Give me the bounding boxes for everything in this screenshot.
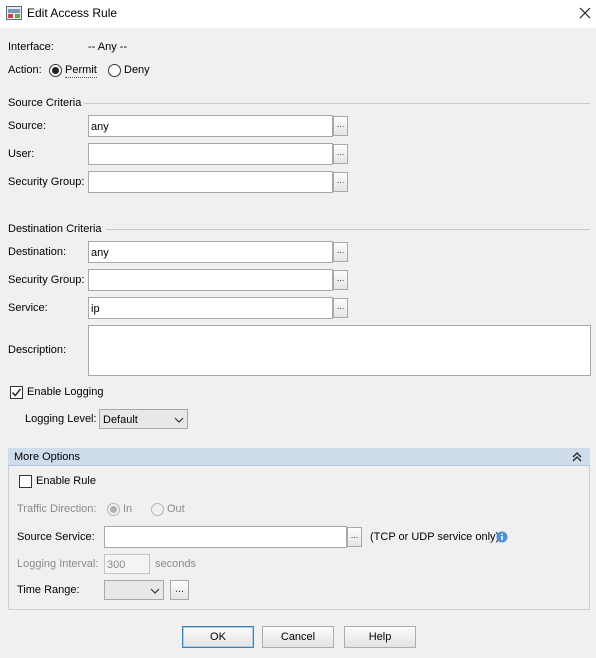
destination-input[interactable]: any <box>88 241 333 263</box>
destination-label: Destination: <box>8 246 67 258</box>
logging-level-label: Logging Level: <box>25 413 97 425</box>
user-input[interactable] <box>88 143 333 165</box>
source-security-group-browse-button[interactable]: ... <box>333 172 348 192</box>
destination-security-group-label: Security Group: <box>8 274 85 286</box>
deny-radio[interactable] <box>108 64 121 77</box>
destination-security-group-input[interactable] <box>88 269 333 291</box>
enable-rule-checkbox[interactable] <box>19 475 32 488</box>
service-browse-button[interactable]: ... <box>333 298 348 318</box>
source-service-input[interactable] <box>104 526 347 548</box>
source-value: any <box>91 121 109 133</box>
source-service-label: Source Service: <box>17 531 95 543</box>
section-divider <box>106 229 590 230</box>
destination-browse-button[interactable]: ... <box>333 242 348 262</box>
logging-interval-input[interactable]: 300 <box>104 554 150 574</box>
action-label: Action: <box>8 64 42 76</box>
interface-value: -- Any -- <box>88 41 128 53</box>
service-input[interactable]: ip <box>88 297 333 319</box>
cancel-button[interactable]: Cancel <box>262 626 334 648</box>
more-options-title: More Options <box>14 451 81 463</box>
chevron-down-icon <box>174 417 184 423</box>
enable-rule-label[interactable]: Enable Rule <box>36 474 96 488</box>
asdm-app-icon <box>6 6 22 20</box>
user-browse-button[interactable]: ... <box>333 144 348 164</box>
service-value: ip <box>91 303 100 315</box>
double-chevron-up-icon[interactable] <box>571 451 583 463</box>
source-security-group-input[interactable] <box>88 171 333 193</box>
description-label: Description: <box>8 344 67 356</box>
direction-in-label[interactable]: In <box>123 502 132 516</box>
destination-security-group-browse-button[interactable]: ... <box>333 270 348 290</box>
service-label: Service: <box>8 302 48 314</box>
logging-level-value: Default <box>103 414 138 426</box>
ok-button[interactable]: OK <box>182 626 254 648</box>
source-criteria-title: Source Criteria <box>8 97 82 109</box>
direction-in-radio[interactable] <box>107 503 120 516</box>
description-textarea[interactable] <box>88 325 591 376</box>
help-button[interactable]: Help <box>344 626 416 648</box>
source-service-browse-button[interactable]: ... <box>347 527 362 547</box>
logging-interval-value: 300 <box>107 559 126 571</box>
destination-criteria-title: Destination Criteria <box>8 223 102 235</box>
logging-level-select[interactable]: Default <box>99 409 188 429</box>
source-browse-button[interactable]: ... <box>333 116 348 136</box>
source-input[interactable]: any <box>88 115 333 137</box>
permit-radio-label[interactable]: Permit <box>65 63 97 78</box>
source-label: Source: <box>8 120 46 132</box>
deny-radio-label[interactable]: Deny <box>124 63 150 77</box>
traffic-direction-label: Traffic Direction: <box>17 503 97 515</box>
chevron-down-icon <box>150 588 160 594</box>
destination-value: any <box>91 247 109 259</box>
permit-radio[interactable] <box>49 64 62 77</box>
user-label: User: <box>8 148 35 160</box>
more-options-header[interactable]: More Options <box>8 448 590 466</box>
direction-out-radio[interactable] <box>151 503 164 516</box>
section-divider <box>84 103 590 104</box>
source-security-group-label: Security Group: <box>8 176 85 188</box>
time-range-browse-button[interactable]: ... <box>170 580 189 600</box>
checkmark-icon <box>11 388 22 397</box>
enable-logging-label[interactable]: Enable Logging <box>27 385 103 399</box>
close-icon[interactable] <box>578 6 592 20</box>
window-title: Edit Access Rule <box>27 6 118 20</box>
logging-interval-unit: seconds <box>155 558 196 570</box>
source-service-note: (TCP or UDP service only) <box>370 531 500 543</box>
info-icon[interactable] <box>496 531 508 543</box>
interface-label: Interface: <box>8 41 54 53</box>
time-range-label: Time Range: <box>17 584 80 596</box>
logging-interval-label: Logging Interval: <box>17 558 99 570</box>
direction-out-label[interactable]: Out <box>167 502 185 516</box>
enable-logging-checkbox[interactable] <box>10 386 23 399</box>
time-range-select[interactable] <box>104 580 164 600</box>
title-bar: Edit Access Rule <box>0 0 596 28</box>
